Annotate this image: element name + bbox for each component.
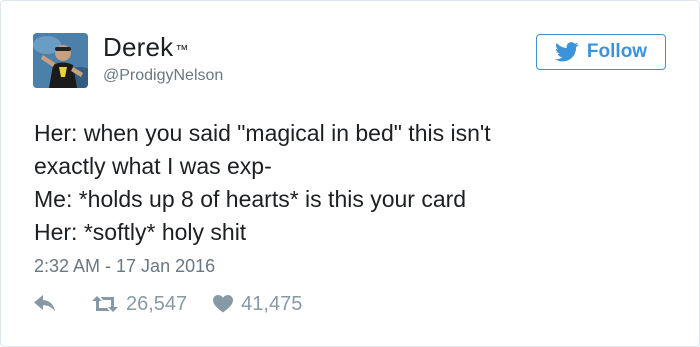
trademark-symbol: ™ [175, 42, 189, 57]
tweet-card: Derek ™ @ProdigyNelson Follow Her: when y… [0, 0, 700, 347]
profile-photo [33, 33, 88, 88]
user-handle[interactable]: @ProdigyNelson [103, 65, 223, 87]
tweet-line: Me: *holds up 8 of hearts* is this your … [34, 186, 467, 212]
twitter-bird-icon [554, 42, 579, 62]
tweet-line: Her: when you said "magical in bed" this… [34, 120, 491, 146]
follow-button-label: Follow [586, 41, 648, 62]
retweet-button[interactable]: 26,547 [92, 293, 187, 316]
tweet-line: exactly what I was exp- [34, 153, 272, 179]
retweet-icon [92, 296, 118, 312]
display-name-text: Derek [103, 32, 174, 62]
tweet-actions: 26,547 41,475 [34, 289, 302, 319]
author-block: Derek ™ @ProdigyNelson [103, 31, 223, 87]
tweet-line: Her: *softly* holy shit [34, 219, 247, 245]
heart-icon [213, 295, 234, 313]
follow-button[interactable]: Follow [536, 34, 666, 70]
display-name[interactable]: Derek ™ [103, 31, 223, 63]
like-count: 41,475 [241, 292, 303, 315]
like-button[interactable]: 41,475 [213, 293, 302, 316]
tweet-timestamp[interactable]: 2:32 AM - 17 Jan 2016 [34, 255, 215, 277]
avatar[interactable] [33, 33, 88, 88]
reply-button[interactable] [34, 295, 56, 313]
reply-icon [34, 295, 55, 312]
retweet-count: 26,547 [126, 292, 188, 315]
tweet-text: Her: when you said "magical in bed" this… [34, 117, 674, 249]
